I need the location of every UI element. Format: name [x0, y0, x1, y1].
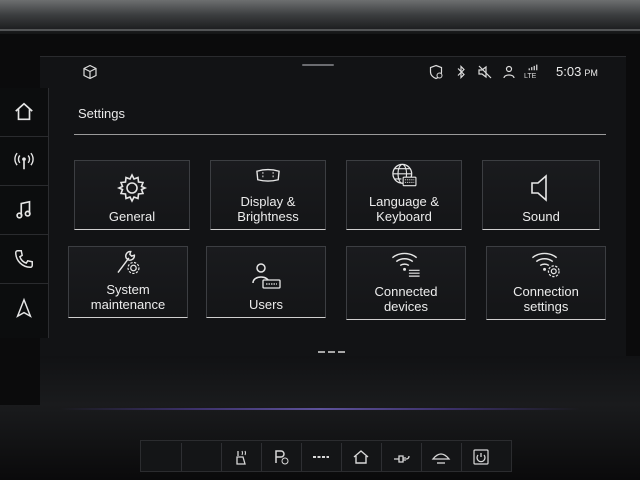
tile-label: Sound: [522, 209, 560, 224]
seat-heat-icon: [236, 450, 246, 465]
mute-icon: [478, 65, 492, 79]
radio-icon: [14, 152, 34, 170]
tile-label: General: [108, 209, 156, 224]
control-seat-heat[interactable]: [221, 443, 260, 471]
control-power[interactable]: [461, 443, 500, 471]
power-icon: [473, 449, 489, 465]
page-dot: [318, 351, 325, 353]
tile-connection-settings[interactable]: Connection settings: [486, 246, 606, 320]
side-nav-phone[interactable]: [0, 235, 48, 284]
house-icon: [353, 450, 369, 464]
tile-language-keyboard[interactable]: Language & Keyboard: [346, 160, 462, 230]
control-home[interactable]: [341, 443, 380, 471]
tile-system-maintenance[interactable]: System maintenance: [68, 246, 188, 318]
phone-icon: [15, 250, 33, 268]
globe-keyboard-icon: [392, 163, 417, 187]
home-icon: [15, 102, 33, 121]
tile-label: System maintenance: [90, 282, 166, 312]
location-privacy-icon: [429, 64, 443, 80]
speaker-icon: [531, 174, 547, 202]
title-divider: [74, 134, 606, 135]
top-bezel: [0, 0, 640, 34]
side-nav-radio[interactable]: [0, 137, 48, 186]
control-driving-mode[interactable]: [301, 443, 340, 471]
user-profile-icon: [503, 65, 515, 79]
side-nav: [0, 88, 49, 338]
charging-plug-icon: [394, 455, 410, 463]
control-wiper-off[interactable]: [421, 443, 460, 471]
music-icon: [16, 200, 31, 219]
wrench-gear-icon: [117, 250, 140, 275]
tile-connected-devices[interactable]: Connected devices: [346, 246, 466, 320]
driving-mode-icon: [313, 456, 329, 458]
side-nav-home[interactable]: [0, 88, 48, 137]
pull-down-handle[interactable]: [302, 64, 334, 66]
page-dot: [328, 351, 335, 353]
windshield-icon: [431, 453, 451, 464]
side-nav-navigation[interactable]: [0, 284, 48, 332]
gear-icon: [116, 173, 148, 203]
display-icon: [256, 168, 280, 182]
control-blank-2[interactable]: [181, 443, 220, 471]
lower-control-strip: [140, 440, 512, 472]
tile-label: Display & Brightness: [237, 194, 299, 224]
tile-label: Connected devices: [374, 284, 438, 314]
page-indicator: [318, 340, 348, 358]
page-dot: [338, 351, 345, 353]
control-charging[interactable]: [381, 443, 420, 471]
clock-ampm: PM: [584, 68, 598, 78]
tile-users[interactable]: Users: [206, 246, 326, 318]
network-label: LTE: [524, 73, 537, 80]
tile-general[interactable]: General: [74, 160, 190, 230]
tile-label: Connection settings: [513, 284, 579, 314]
page-title: Settings: [78, 106, 125, 121]
clock: 5:03 PM: [556, 64, 598, 79]
parking-icon: [275, 450, 289, 465]
tile-label: Users: [249, 297, 283, 312]
lte-signal-icon: LTE: [524, 64, 542, 80]
wifi-list-icon: [391, 252, 420, 277]
control-parking[interactable]: [261, 443, 300, 471]
tile-display-brightness[interactable]: Display & Brightness: [210, 160, 326, 230]
cube-icon[interactable]: [82, 64, 98, 80]
navigation-icon: [16, 297, 32, 318]
control-blank-1[interactable]: [141, 443, 179, 471]
wifi-gear-icon: [531, 252, 560, 278]
user-card-icon: [252, 263, 281, 289]
clock-time: 5:03: [556, 64, 582, 79]
tile-label: Language & Keyboard: [368, 194, 440, 224]
screen-lower-area: [40, 356, 640, 410]
tile-sound[interactable]: Sound: [482, 160, 600, 230]
side-nav-music[interactable]: [0, 186, 48, 235]
bluetooth-icon: [457, 65, 465, 79]
